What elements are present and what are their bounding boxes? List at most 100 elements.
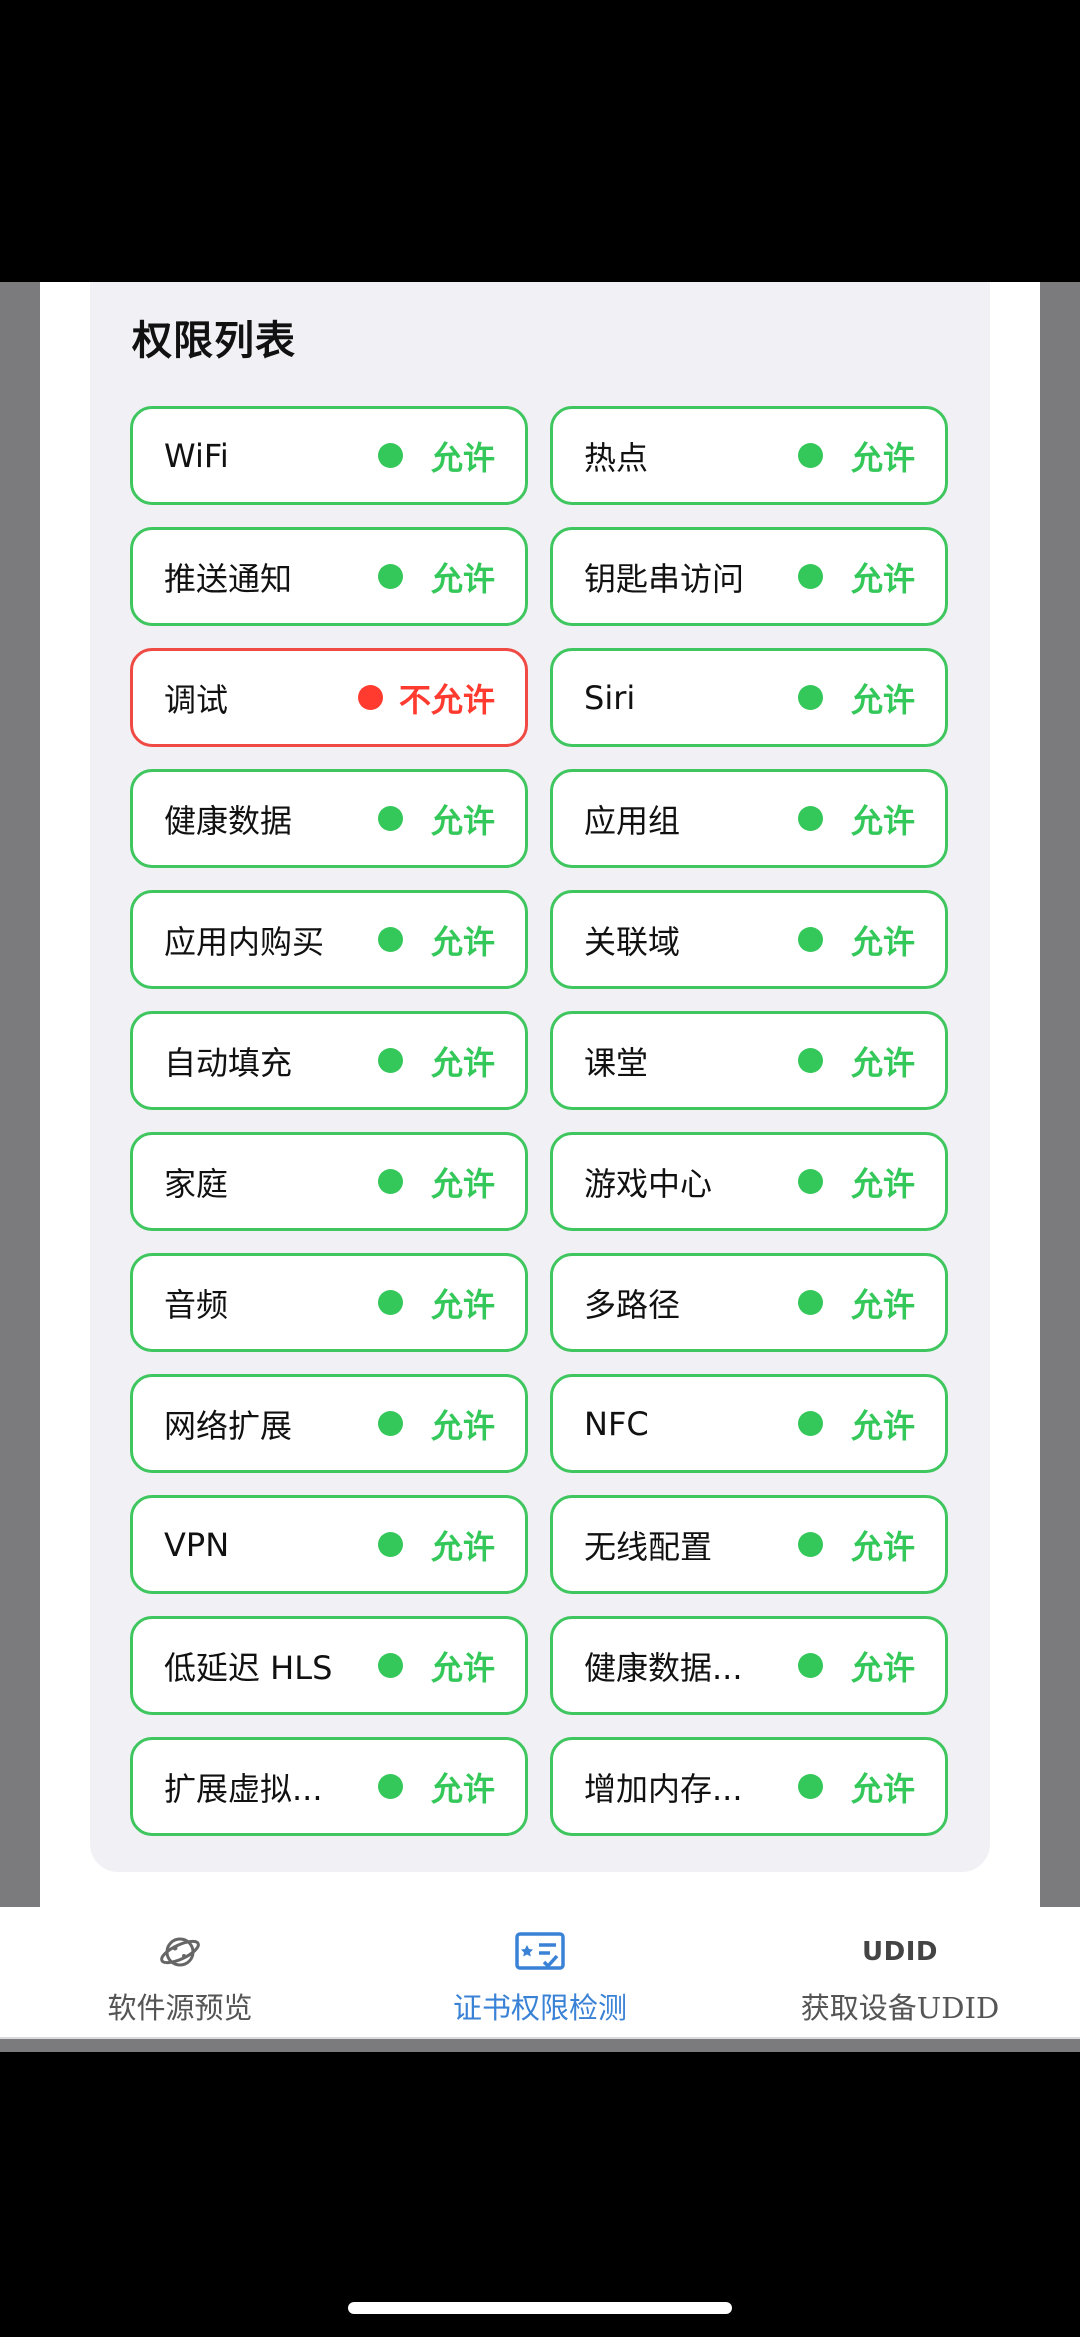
permission-item: 游戏中心 允许 bbox=[550, 1132, 948, 1231]
tab-get-udid[interactable]: UDID 获取设备UDID bbox=[720, 1907, 1080, 2037]
permission-item: 增加内存... 允许 bbox=[550, 1737, 948, 1836]
permission-name: 关联域 bbox=[584, 922, 681, 961]
permission-item: WiFi 允许 bbox=[130, 406, 528, 505]
permission-status: 允许 bbox=[850, 438, 915, 477]
certificate-icon bbox=[514, 1923, 566, 1981]
permission-name: 应用组 bbox=[584, 801, 681, 840]
permission-item: 热点 允许 bbox=[550, 406, 948, 505]
permission-name: 调试 bbox=[164, 680, 229, 719]
status-dot-green bbox=[797, 443, 823, 468]
permission-status: 允许 bbox=[430, 1164, 495, 1203]
permission-status: 允许 bbox=[850, 680, 915, 719]
permission-name: NFC bbox=[584, 1404, 649, 1443]
status-dot-green bbox=[797, 1048, 823, 1073]
status-dot-green bbox=[377, 927, 403, 952]
permission-status: 允许 bbox=[850, 1406, 915, 1445]
permission-status: 允许 bbox=[430, 1769, 495, 1808]
home-indicator bbox=[348, 2302, 732, 2314]
permission-name: 网络扩展 bbox=[164, 1406, 293, 1445]
tab-label: 证书权限检测 bbox=[452, 1991, 627, 2025]
permission-item: 健康数据 允许 bbox=[130, 769, 528, 868]
status-dot-green bbox=[377, 1532, 403, 1557]
permission-name: 健康数据... bbox=[584, 1648, 743, 1687]
permission-item: 钥匙串访问 允许 bbox=[550, 527, 948, 626]
status-dot-green bbox=[797, 927, 823, 952]
permission-status: 允许 bbox=[430, 1648, 495, 1687]
tab-certificate-check[interactable]: 证书权限检测 bbox=[360, 1907, 720, 2037]
status-dot-green bbox=[797, 1774, 823, 1799]
status-dot-green bbox=[377, 1653, 403, 1678]
status-dot-green bbox=[377, 1290, 403, 1315]
permission-status: 不允许 bbox=[398, 680, 495, 719]
permission-item: Siri 允许 bbox=[550, 648, 948, 747]
permission-status: 允许 bbox=[430, 438, 495, 477]
status-dot-green bbox=[377, 1411, 403, 1436]
permission-grid: WiFi 允许 热点 允许 推送通知 允许 钥匙串访问 允许 调试 不允许 Siri 允许 健康数据 允许… bbox=[130, 406, 950, 1836]
permission-item: VPN 允许 bbox=[130, 1495, 528, 1594]
permission-status: 允许 bbox=[850, 1769, 915, 1808]
content-sheet: 权限列表 WiFi 允许 热点 允许 推送通知 允许 钥匙串访问 允许 调试 不允许 Siri 允许健… bbox=[40, 282, 1040, 1907]
permission-name: 推送通知 bbox=[164, 559, 293, 598]
permission-status: 允许 bbox=[850, 1285, 915, 1324]
permission-item: 健康数据... 允许 bbox=[550, 1616, 948, 1715]
tab-source-preview[interactable]: 软件源预览 bbox=[0, 1907, 360, 2037]
permission-status: 允许 bbox=[430, 1406, 495, 1445]
status-dot-green bbox=[797, 1411, 823, 1436]
status-dot-green bbox=[377, 1169, 403, 1194]
permission-name: 游戏中心 bbox=[584, 1164, 713, 1203]
permission-status: 允许 bbox=[430, 801, 495, 840]
status-dot-green bbox=[377, 1048, 403, 1073]
status-dot-green bbox=[377, 806, 403, 831]
permission-name: 音频 bbox=[164, 1285, 229, 1324]
permission-name: 多路径 bbox=[584, 1285, 681, 1324]
status-dot-green bbox=[797, 1290, 823, 1315]
status-dot-green bbox=[797, 1169, 823, 1194]
status-dot-green bbox=[377, 564, 403, 589]
permission-item: 推送通知 允许 bbox=[130, 527, 528, 626]
permission-item: 家庭 允许 bbox=[130, 1132, 528, 1231]
permission-name: 家庭 bbox=[164, 1164, 229, 1203]
status-dot-green bbox=[797, 1532, 823, 1557]
permission-status: 允许 bbox=[850, 1527, 915, 1566]
status-dot-red bbox=[357, 685, 383, 710]
permission-status: 允许 bbox=[850, 1043, 915, 1082]
permission-item: 无线配置 允许 bbox=[550, 1495, 948, 1594]
permission-item: 音频 允许 bbox=[130, 1253, 528, 1352]
permission-name: WiFi bbox=[164, 436, 229, 475]
tab-label: 软件源预览 bbox=[107, 1991, 253, 2025]
permission-name: 热点 bbox=[584, 438, 649, 477]
status-dot-green bbox=[797, 806, 823, 831]
permission-item: 多路径 允许 bbox=[550, 1253, 948, 1352]
permission-item: 关联域 允许 bbox=[550, 890, 948, 989]
permission-status: 允许 bbox=[430, 559, 495, 598]
tab-label: 获取设备UDID bbox=[800, 1991, 1000, 2025]
status-dot-green bbox=[797, 1653, 823, 1678]
permission-status: 允许 bbox=[430, 922, 495, 961]
permission-name: 扩展虚拟... bbox=[164, 1769, 323, 1808]
card-title: 权限列表 bbox=[132, 318, 296, 364]
permission-item: 低延迟 HLS 允许 bbox=[130, 1616, 528, 1715]
app-screen: 权限列表 WiFi 允许 热点 允许 推送通知 允许 钥匙串访问 允许 调试 不允许 Siri 允许健… bbox=[0, 282, 1080, 2052]
permission-name: 课堂 bbox=[584, 1043, 649, 1082]
permission-name: 应用内购买 bbox=[164, 922, 325, 961]
permission-status: 允许 bbox=[430, 1285, 495, 1324]
permission-item: NFC 允许 bbox=[550, 1374, 948, 1473]
permission-name: Siri bbox=[584, 678, 636, 717]
udid-icon: UDID bbox=[862, 1937, 938, 1967]
permission-name: 低延迟 HLS bbox=[164, 1648, 333, 1687]
permission-name: 自动填充 bbox=[164, 1043, 293, 1082]
permission-name: 健康数据 bbox=[164, 801, 293, 840]
permission-status: 允许 bbox=[850, 559, 915, 598]
permission-name: 钥匙串访问 bbox=[584, 559, 745, 598]
permission-name: 无线配置 bbox=[584, 1527, 713, 1566]
permission-status: 允许 bbox=[850, 801, 915, 840]
permission-item: 应用组 允许 bbox=[550, 769, 948, 868]
permission-status: 允许 bbox=[430, 1043, 495, 1082]
status-dot-green bbox=[377, 1774, 403, 1799]
permission-list-card: 权限列表 WiFi 允许 热点 允许 推送通知 允许 钥匙串访问 允许 调试 不允许 Siri 允许健… bbox=[90, 282, 990, 1872]
permission-status: 允许 bbox=[850, 922, 915, 961]
status-dot-green bbox=[377, 443, 403, 468]
permission-item: 扩展虚拟... 允许 bbox=[130, 1737, 528, 1836]
status-dot-green bbox=[797, 685, 823, 710]
permission-item: 调试 不允许 bbox=[130, 648, 528, 747]
